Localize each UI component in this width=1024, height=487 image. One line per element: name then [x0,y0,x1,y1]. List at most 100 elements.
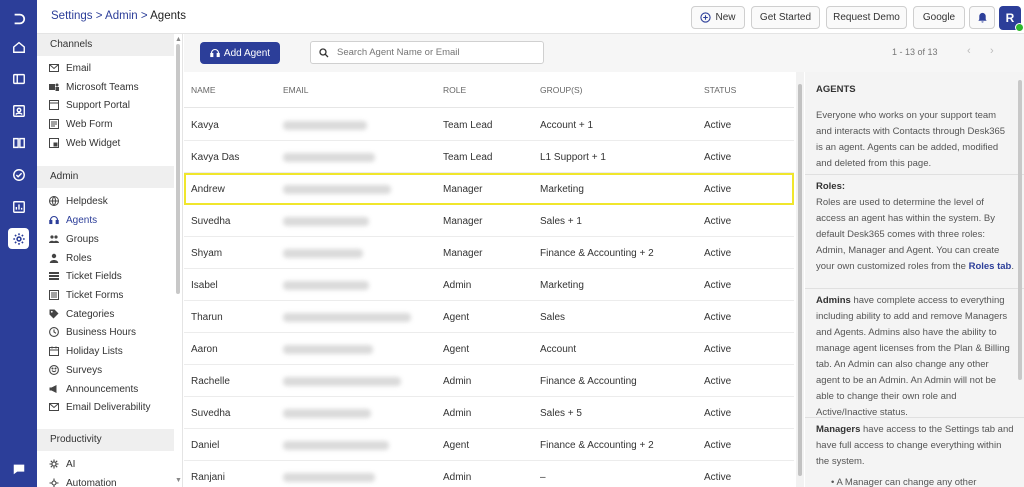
search-input[interactable] [337,47,537,58]
settings-icon[interactable] [8,228,29,249]
sidebar-item-agents[interactable]: Agents [49,212,97,228]
agent-status: Active [704,216,732,227]
sidebar-item-business-hours[interactable]: Business Hours [49,324,136,340]
agent-groups: Sales [540,312,566,323]
sidebar-item-ticket-fields[interactable]: Ticket Fields [49,268,122,284]
sidebar-item-roles[interactable]: Roles [49,250,92,266]
agent-search-box[interactable] [310,41,544,64]
sidebar-item-web-form[interactable]: Web Form [49,116,113,132]
sidebar-item-web-widget[interactable]: Web Widget [49,135,120,151]
table-row[interactable]: Aaron Agent Account Active [184,333,794,365]
table-row[interactable]: Andrew Manager Marketing Active [184,173,794,205]
next-page-icon[interactable]: › [990,45,994,57]
table-row[interactable]: Suvedha Manager Sales + 1 Active [184,205,794,237]
agent-role: Manager [443,248,483,259]
col-role[interactable]: ROLE [443,85,466,95]
sidebar-item-microsoft-teams[interactable]: Microsoft Teams [49,79,139,95]
calendar-icon [49,346,59,356]
sidebar-item-groups[interactable]: Groups [49,231,99,247]
agent-groups: Marketing [540,184,584,195]
col-status[interactable]: STATUS [704,85,736,95]
agent-role: Agent [443,312,470,323]
help-roles-text: Roles are used to determine the level of… [816,197,1014,272]
agent-role: Admin [443,408,472,419]
sidebar-scroll-up[interactable]: ▲ [175,36,182,43]
sidebar-item-holiday-lists[interactable]: Holiday Lists [49,343,123,359]
tasks-icon[interactable] [8,164,29,185]
add-agent-button[interactable]: Add Agent [200,42,280,64]
chat-icon[interactable] [8,458,29,479]
sidebar-item-announcements[interactable]: Announcements [49,381,138,397]
help-scrollbar[interactable] [1018,80,1022,380]
home-icon[interactable] [8,36,29,57]
roles-tab-link[interactable]: Roles tab [969,261,1012,272]
logo-icon[interactable] [8,8,29,29]
sidebar-item-email[interactable]: Email [49,60,91,76]
agent-status: Active [704,248,732,259]
agent-groups: Sales + 1 [540,216,582,227]
sidebar-item-ticket-forms[interactable]: Ticket Forms [49,287,123,303]
person-icon [49,253,59,263]
table-row[interactable]: Kavya Das Team Lead L1 Support + 1 Active [184,141,794,173]
breadcrumb-admin[interactable]: Admin [105,10,138,22]
col-groups[interactable]: GROUP(S) [540,85,583,95]
reports-icon[interactable] [8,196,29,217]
request-demo-button[interactable]: Request Demo [826,6,907,29]
tickets-icon[interactable] [8,68,29,89]
table-row[interactable]: Rachelle Admin Finance & Accounting Active [184,365,794,397]
google-button[interactable]: Google [913,6,965,29]
breadcrumb-settings[interactable]: Settings [51,10,93,22]
prev-page-icon[interactable]: ‹ [967,45,971,57]
breadcrumb-current: Agents [150,10,186,22]
sidebar-scrollbar[interactable] [176,44,180,294]
headset-icon [210,48,220,58]
user-avatar[interactable]: R [999,6,1024,32]
pagination-count: 1 - 13 of 13 [892,47,938,57]
agent-name: Aaron [191,344,218,355]
help-bullet: • A Manager can change any other [831,477,977,487]
table-row[interactable]: Tharun Agent Sales Active [184,301,794,333]
agent-email-redacted [283,441,389,450]
sidebar-item-automation[interactable]: Automation [49,475,117,487]
table-row[interactable]: Isabel Admin Marketing Active [184,269,794,301]
agent-groups: Marketing [540,280,584,291]
agent-status: Active [704,280,732,291]
sidebar-item-surveys[interactable]: Surveys [49,362,102,378]
table-row[interactable]: Daniel Agent Finance & Accounting + 2 Activ… [184,429,794,461]
help-divider-2 [805,288,1024,289]
agent-status: Active [704,312,732,323]
table-row[interactable]: Shyam Manager Finance & Accounting + 2 Acti… [184,237,794,269]
table-row[interactable]: Suvedha Admin Sales + 5 Active [184,397,794,429]
sidebar-item-categories[interactable]: Categories [49,306,114,322]
agent-email-redacted [283,121,367,130]
sidebar-item-email-deliverability[interactable]: Email Deliverability [49,399,150,415]
mail-check-icon [49,402,59,412]
sidebar-scroll-down[interactable]: ▼ [175,477,182,484]
get-started-button[interactable]: Get Started [751,6,820,29]
table-header: NAME EMAIL ROLE GROUP(S) STATUS [184,72,794,108]
ai-gear-icon [49,459,59,469]
agent-email-redacted [283,281,369,290]
table-scrollbar[interactable] [796,72,804,487]
help-divider-3 [805,417,1024,418]
clock-icon [49,327,59,337]
table-row[interactable]: Ranjani Admin – Active [184,461,794,487]
contacts-icon[interactable] [8,100,29,121]
agents-toolbar: Add Agent 1 - 13 of 13 ‹ › [184,34,1024,72]
agent-role: Admin [443,376,472,387]
col-name[interactable]: NAME [191,85,216,95]
col-email[interactable]: EMAIL [283,85,309,95]
agent-groups: Finance & Accounting + 2 [540,440,654,451]
agent-role: Manager [443,216,483,227]
sidebar-item-support-portal[interactable]: Support Portal [49,97,130,113]
sidebar-item-helpdesk[interactable]: Helpdesk [49,193,108,209]
notifications-button[interactable] [969,6,995,29]
agent-name: Daniel [191,440,220,451]
breadcrumb: Settings > Admin > Agents [51,10,186,22]
new-button[interactable]: New [691,6,745,29]
table-row[interactable]: Kavya Team Lead Account + 1 Active [184,109,794,141]
knowledge-base-icon[interactable] [8,132,29,153]
sidebar-item-ai[interactable]: AI [49,456,75,472]
table-scroll-thumb[interactable] [798,84,802,476]
help-panel: AGENTS Everyone who works on your suppor… [805,72,1024,487]
